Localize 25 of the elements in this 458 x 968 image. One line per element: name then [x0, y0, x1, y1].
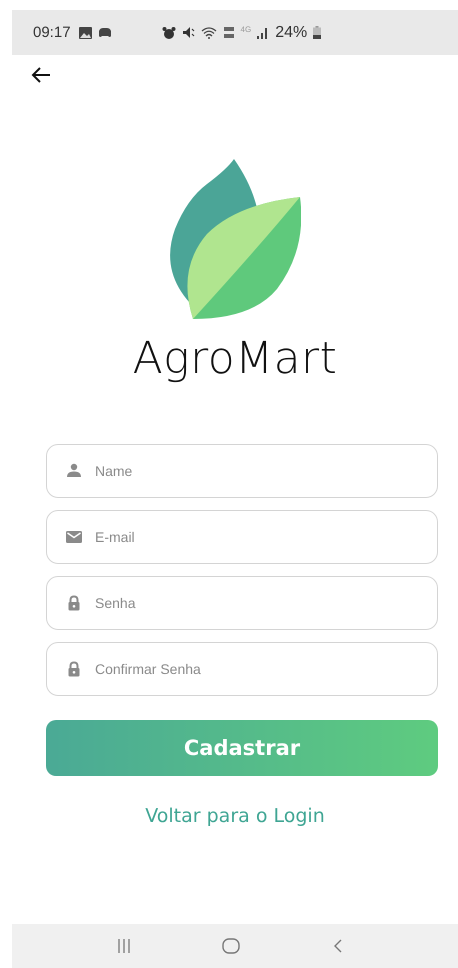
back-arrow-icon[interactable] [31, 66, 51, 84]
clock-time: 09:17 [33, 24, 71, 41]
app-name: AgroMart [132, 333, 338, 384]
signal-icon [257, 26, 270, 38]
input-field[interactable]: E-mail [46, 510, 438, 564]
leaf-logo-icon [167, 159, 301, 319]
login-link[interactable]: Voltar para o Login [145, 805, 325, 827]
submit-button[interactable]: Cadastrar [46, 720, 438, 776]
lock-icon [66, 595, 82, 611]
back-icon[interactable] [332, 939, 342, 953]
lock-icon [66, 661, 82, 677]
person-icon [66, 463, 82, 479]
battery-percent: 24% [275, 24, 308, 42]
image-icon [78, 26, 92, 38]
input-field[interactable]: Confirmar Senha [46, 642, 438, 696]
home-icon[interactable] [222, 938, 240, 954]
network-label: 4G [240, 25, 252, 34]
wifi-icon [200, 26, 217, 39]
mute-icon [182, 26, 195, 39]
alarm-icon [162, 26, 176, 40]
recent-apps-icon[interactable] [118, 939, 130, 953]
battery-icon [313, 26, 322, 39]
mail-icon [66, 529, 82, 545]
input-field[interactable]: Senha [46, 576, 438, 630]
input-field[interactable]: Name [46, 444, 438, 498]
